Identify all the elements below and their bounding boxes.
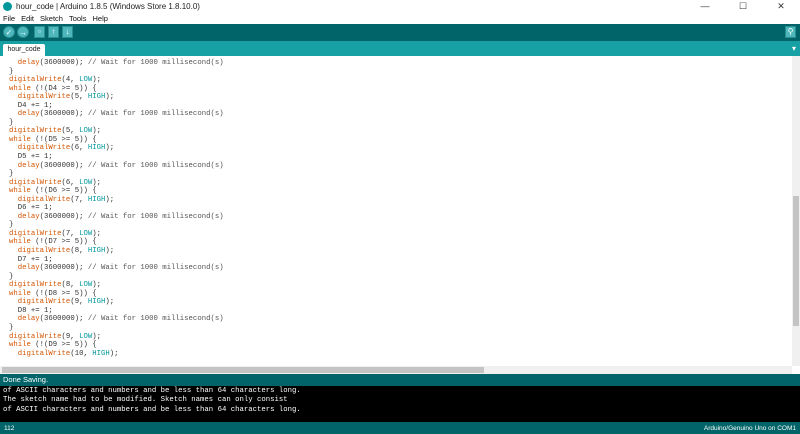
menu-help[interactable]: Help bbox=[89, 13, 110, 24]
board-port-label: Arduino/Genuino Uno on COM1 bbox=[703, 425, 796, 432]
footer-bar: 112 Arduino/Genuino Uno on COM1 bbox=[0, 422, 800, 434]
open-sketch-button[interactable]: ↑ bbox=[48, 26, 59, 38]
line-number: 112 bbox=[4, 425, 15, 432]
console-line: of ASCII characters and numbers and be l… bbox=[3, 405, 301, 414]
horizontal-scroll-thumb[interactable] bbox=[2, 367, 484, 373]
new-sketch-button[interactable]: ▫ bbox=[34, 26, 45, 38]
minimize-button[interactable]: — bbox=[686, 0, 724, 13]
status-message: Done Saving. bbox=[3, 375, 49, 384]
menu-bar: File Edit Sketch Tools Help bbox=[0, 13, 800, 24]
save-sketch-button[interactable]: ↓ bbox=[62, 26, 73, 38]
code-editor[interactable]: delay(3600000); // Wait for 1000 millise… bbox=[0, 56, 792, 366]
toolbar: ✓ → ▫ ↑ ↓ ⚲ bbox=[0, 24, 800, 41]
close-button[interactable]: ✕ bbox=[762, 0, 800, 13]
upload-button[interactable]: → bbox=[17, 26, 29, 38]
status-bar: Done Saving. bbox=[0, 374, 800, 386]
editor-horizontal-scrollbar[interactable] bbox=[0, 366, 792, 374]
vertical-scroll-thumb[interactable] bbox=[793, 196, 799, 326]
tab-hour-code[interactable]: hour_code bbox=[3, 44, 45, 56]
tab-menu-icon[interactable]: ▾ bbox=[792, 44, 796, 53]
title-bar: hour_code | Arduino 1.8.5 (Windows Store… bbox=[0, 0, 800, 13]
menu-tools[interactable]: Tools bbox=[66, 13, 90, 24]
console-line: The sketch name had to be modified. Sket… bbox=[3, 396, 288, 405]
console-output: of ASCII characters and numbers and be l… bbox=[0, 386, 800, 422]
tab-bar: hour_code ▾ bbox=[0, 41, 800, 56]
serial-monitor-button[interactable]: ⚲ bbox=[785, 26, 796, 38]
editor-vertical-scrollbar[interactable] bbox=[792, 56, 800, 366]
verify-button[interactable]: ✓ bbox=[3, 26, 15, 38]
menu-edit[interactable]: Edit bbox=[18, 13, 37, 24]
menu-file[interactable]: File bbox=[0, 13, 18, 24]
menu-sketch[interactable]: Sketch bbox=[37, 13, 66, 24]
arduino-logo-icon bbox=[3, 2, 12, 11]
maximize-button[interactable]: ☐ bbox=[724, 0, 762, 13]
console-line: of ASCII characters and numbers and be l… bbox=[3, 387, 301, 395]
window-controls: — ☐ ✕ bbox=[686, 0, 800, 13]
window-title: hour_code | Arduino 1.8.5 (Windows Store… bbox=[16, 2, 200, 11]
code-text: delay(3600000); // Wait for 1000 millise… bbox=[9, 59, 224, 358]
